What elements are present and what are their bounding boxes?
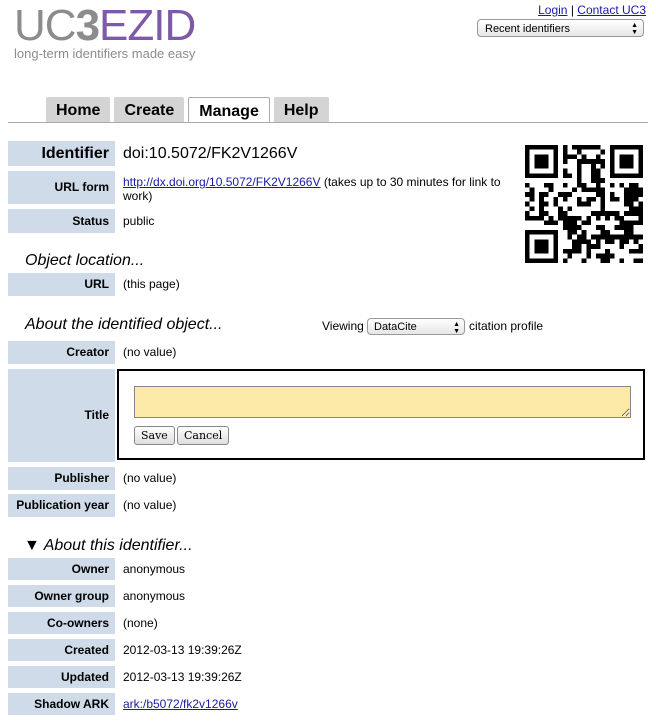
logo-ezid: EZID (99, 1, 196, 50)
citation-profile-suffix: citation profile (469, 319, 544, 333)
tab-help[interactable]: Help (273, 97, 329, 122)
publisher-value: (no value) (123, 471, 177, 485)
title-textarea[interactable] (134, 386, 631, 418)
publication-year-value: (no value) (123, 498, 177, 512)
ezid-logo[interactable]: UC3EZID long-term identifiers made easy (14, 1, 196, 62)
top-links: Login | Contact UC3 (538, 3, 646, 17)
main-tabs: Home Create Manage Help (46, 97, 329, 123)
url-form-value: http://dx.doi.org/10.5072/FK2V1266V (tak… (123, 175, 508, 203)
tab-home[interactable]: Home (46, 97, 111, 122)
creator-value: (no value) (123, 345, 177, 359)
co-owners-value: (none) (123, 616, 158, 630)
tab-manage[interactable]: Manage (188, 97, 270, 123)
cancel-button[interactable]: Cancel (177, 426, 230, 445)
tagline: long-term identifiers made easy (14, 46, 196, 61)
creator-label: Creator (8, 341, 115, 364)
location-url-value: (this page) (123, 277, 180, 291)
created-value: 2012-03-13 19:39:26Z (123, 643, 242, 657)
owner-group-value: anonymous (123, 589, 186, 603)
identifier-value: doi:10.5072/FK2V1266V (123, 145, 298, 162)
recent-identifiers-label: Recent identifiers (485, 23, 570, 35)
location-url-label: URL (8, 273, 115, 296)
status-label: Status (8, 209, 115, 233)
title-label: Title (8, 369, 115, 462)
doi-url-link[interactable]: http://dx.doi.org/10.5072/FK2V1266V (123, 175, 320, 189)
about-identifier-toggle[interactable]: ▼ About this identifier... (24, 537, 193, 555)
citation-profile-select[interactable]: DataCite ▲ ▼ (367, 318, 465, 335)
publisher-label: Publisher (8, 467, 115, 490)
owner-value: anonymous (123, 562, 186, 576)
viewing-label: Viewing (322, 319, 364, 333)
logo-3: 3 (75, 1, 101, 50)
publication-year-label: Publication year (8, 494, 115, 517)
created-label: Created (8, 639, 115, 661)
shadow-ark-label: Shadow ARK (8, 693, 115, 715)
identifier-label: Identifier (8, 141, 115, 166)
object-location-heading: Object location... (25, 252, 145, 269)
updated-label: Updated (8, 666, 115, 688)
owner-group-label: Owner group (8, 585, 115, 607)
updated-value: 2012-03-13 19:39:26Z (123, 670, 242, 684)
recent-identifiers-select[interactable]: Recent identifiers ▲ ▼ (477, 19, 644, 37)
co-owners-label: Co-owners (8, 612, 115, 634)
tab-create[interactable]: Create (114, 97, 185, 122)
title-edit-box: Save Cancel (117, 369, 645, 460)
link-separator: | (570, 3, 574, 17)
select-arrows-icon: ▲ ▼ (453, 321, 460, 335)
shadow-ark-link[interactable]: ark:/b5072/fk2v1266v (123, 697, 238, 711)
logo-uc: UC (14, 1, 77, 50)
status-value: public (123, 214, 155, 228)
qr-code-image (525, 145, 643, 263)
select-arrows-icon: ▲ ▼ (631, 22, 638, 36)
citation-profile-value: DataCite (374, 321, 417, 333)
url-form-label: URL form (8, 171, 115, 204)
contact-link[interactable]: Contact UC3 (577, 3, 646, 17)
login-link[interactable]: Login (538, 3, 567, 17)
tab-divider (8, 122, 648, 123)
about-object-heading: About the identified object... (25, 316, 223, 333)
save-button[interactable]: Save (134, 426, 175, 445)
shadow-ark-value: ark:/b5072/fk2v1266v (123, 693, 238, 715)
owner-label: Owner (8, 558, 115, 580)
